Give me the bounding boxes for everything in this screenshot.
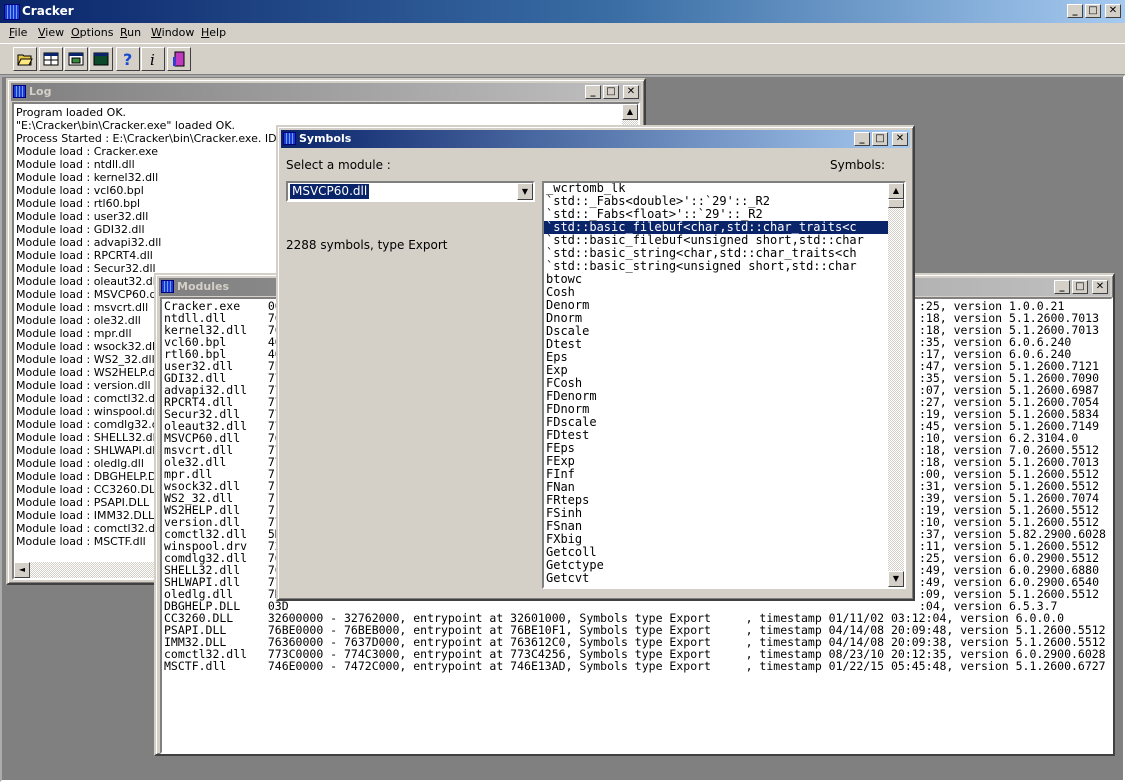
symbol-item[interactable]: FExp: [544, 455, 888, 468]
log-window-icon: [13, 85, 26, 98]
console-icon: [93, 52, 109, 66]
console-button[interactable]: [89, 47, 113, 71]
app-title-bar: Cracker _ □ ✕: [0, 0, 1125, 23]
menu-bar: File View Options Run Window Help: [0, 23, 1125, 43]
symbols-vertical-scrollbar[interactable]: ▲ ▼: [888, 183, 904, 587]
log-line[interactable]: Program loaded OK.: [14, 106, 638, 119]
log-title: Log: [29, 85, 52, 98]
symbol-item[interactable]: Getcvt: [544, 572, 888, 585]
symbol-item[interactable]: Dnorm: [544, 312, 888, 325]
menu-file[interactable]: File: [9, 26, 27, 39]
maximize-icon[interactable]: □: [1085, 4, 1101, 18]
scroll-up-icon[interactable]: ▲: [622, 104, 638, 120]
symbol-count-text: 2288 symbols, type Export: [286, 238, 448, 252]
symbol-item[interactable]: Cosh: [544, 286, 888, 299]
info-icon: i: [150, 51, 155, 67]
app-title: Cracker: [22, 4, 74, 18]
menu-run[interactable]: Run: [120, 26, 141, 39]
menu-options[interactable]: Options: [71, 26, 113, 39]
maximize-icon[interactable]: □: [1072, 280, 1088, 294]
minimize-icon[interactable]: _: [854, 132, 870, 146]
menu-view[interactable]: View: [38, 26, 64, 39]
open-folder-icon: [17, 54, 33, 66]
symbols-title-bar[interactable]: Symbols _ □ ✕: [281, 130, 910, 148]
menu-help[interactable]: Help: [201, 26, 226, 39]
symbol-item[interactable]: FRteps: [544, 494, 888, 507]
module-select-value: MSVCP60.dll: [290, 184, 370, 199]
module-select[interactable]: MSVCP60.dll ▼: [286, 181, 535, 202]
scroll-up-icon[interactable]: ▲: [888, 183, 904, 199]
symbol-item[interactable]: FEps: [544, 442, 888, 455]
symbols-list[interactable]: _wcrtomb_lk `std::_Fabs<double>'::`29'::_…: [542, 181, 906, 589]
open-button[interactable]: [13, 47, 37, 71]
symbol-item[interactable]: FDenorm: [544, 390, 888, 403]
minimize-icon[interactable]: _: [1054, 280, 1070, 294]
symbol-item[interactable]: btowc: [544, 273, 888, 286]
scroll-down-icon[interactable]: ▼: [888, 571, 904, 587]
symbols-window-icon: [283, 132, 296, 145]
help-icon: ?: [123, 51, 132, 67]
exit-button[interactable]: [167, 47, 191, 71]
close-icon[interactable]: ✕: [1092, 280, 1108, 294]
symbols-label: Symbols:: [830, 158, 885, 172]
symbol-item[interactable]: Denorm: [544, 299, 888, 312]
toolbar: ? i: [0, 43, 1125, 75]
modules-window-icon: [161, 280, 174, 293]
module-row[interactable]: MSCTF.dll 746E0000 - 7472C000, entrypoin…: [162, 660, 1106, 672]
maximize-icon[interactable]: □: [603, 85, 619, 99]
symbol-item[interactable]: Dtest: [544, 338, 888, 351]
symbol-item[interactable]: Dscale: [544, 325, 888, 338]
symbol-item[interactable]: `std::basic_string<unsigned short,std::c…: [544, 260, 888, 273]
symbol-item[interactable]: Getctype: [544, 559, 888, 572]
symbol-item[interactable]: Eps: [544, 351, 888, 364]
close-icon[interactable]: ✕: [1105, 4, 1121, 18]
svg-text:?: ?: [123, 51, 132, 67]
exit-icon: [173, 51, 185, 67]
scroll-left-icon[interactable]: ◄: [14, 562, 30, 578]
symbol-item[interactable]: FSinh: [544, 507, 888, 520]
minimize-icon[interactable]: _: [1067, 4, 1083, 18]
symbol-item[interactable]: FNan: [544, 481, 888, 494]
menu-window[interactable]: Window: [151, 26, 194, 39]
grid-view-icon: [43, 52, 59, 66]
info-button[interactable]: i: [141, 47, 165, 71]
log-title-bar[interactable]: Log _ □ ✕: [11, 83, 641, 101]
svg-text:i: i: [150, 51, 155, 67]
symbol-item[interactable]: FSnan: [544, 520, 888, 533]
symbol-item[interactable]: FDscale: [544, 416, 888, 429]
module-row-detail[interactable]: :04, version 6.5.3.7: [917, 600, 1106, 612]
symbols-title: Symbols: [299, 132, 352, 145]
maximize-icon[interactable]: □: [872, 132, 888, 146]
symbols-window: Symbols _ □ ✕ Select a module : Symbols:…: [276, 125, 915, 601]
symbol-item[interactable]: FInf: [544, 468, 888, 481]
help-button[interactable]: ?: [116, 47, 140, 71]
select-module-label: Select a module :: [286, 158, 391, 172]
window-view-button[interactable]: [64, 47, 88, 71]
symbol-item[interactable]: FDtest: [544, 429, 888, 442]
chevron-down-icon[interactable]: ▼: [517, 183, 533, 200]
scroll-thumb[interactable]: [888, 199, 904, 208]
symbol-item[interactable]: Exp: [544, 364, 888, 377]
app-icon: [4, 4, 20, 20]
grid-view-button[interactable]: [39, 47, 63, 71]
window-view-icon: [68, 52, 84, 66]
close-icon[interactable]: ✕: [623, 85, 639, 99]
close-icon[interactable]: ✕: [892, 132, 908, 146]
minimize-icon[interactable]: _: [585, 85, 601, 99]
modules-title: Modules: [177, 280, 229, 293]
